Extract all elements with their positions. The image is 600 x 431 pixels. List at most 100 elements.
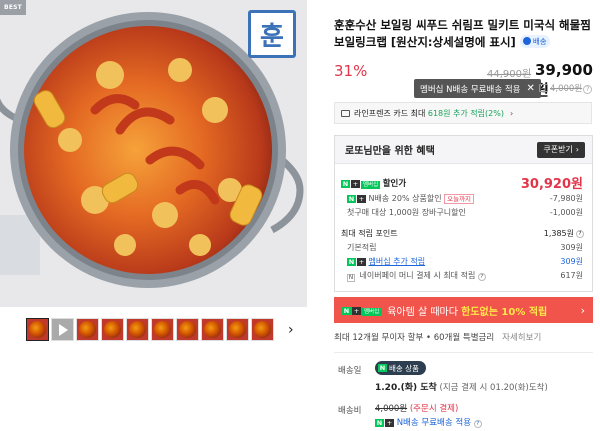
n-delivery-value: -7,980원: [549, 194, 583, 203]
benefit-header: 로또님만을 위한 혜택 쿠폰받기 ›: [335, 136, 592, 164]
product-page: BEST 훈 › 훈훈수산 보일링 씨푸드 쉬림프 밀키트 미국식 해물찜 보일…: [0, 0, 600, 431]
info-icon[interactable]: ?: [477, 273, 486, 281]
thumbnail-3[interactable]: [76, 318, 99, 341]
thumbnail-8[interactable]: [201, 318, 224, 341]
shipping-fee: 4,000원 (주문시 결제): [375, 402, 458, 414]
card-benefit-text: 라인프렌즈 카드 최대 618원 추가 적립(2%): [354, 108, 504, 119]
shipping-fee-strike: 4,000원: [375, 404, 408, 414]
promo-highlight: 한도없는 10% 적립: [461, 306, 548, 318]
thumbnail-7[interactable]: [176, 318, 199, 341]
discount-price-row: N + 멤버십 할인가 30,920원: [335, 177, 592, 192]
check-icon: [522, 37, 531, 45]
discount-price: 30,920원: [520, 177, 583, 192]
thumbnail-10[interactable]: [251, 318, 274, 341]
n-delivery-label: N배송 20% 상품할인: [368, 194, 442, 203]
coupon-button-label: 쿠폰받기: [543, 145, 573, 154]
plus-icon: +: [385, 419, 394, 427]
membership-tooltip: 멤버십 N배송 무료배송 적용 ✕: [414, 79, 541, 98]
npay-points-label: 네이버페이 머니 결제 시 최대 적립: [359, 271, 476, 280]
delivery-pill-label: 배송: [532, 36, 547, 46]
card-benefit-highlight: 618원 추가 적립(2%): [427, 108, 504, 118]
thumbnail-strip: [26, 318, 274, 342]
installment-more-link[interactable]: 자세히보기: [502, 333, 541, 343]
shipping-fee-note: (주문시 결제): [407, 404, 459, 414]
installment-info: 최대 12개월 무이자 할부 • 60개월 특별금리 자세히보기: [334, 331, 541, 343]
chevron-right-icon: ›: [509, 108, 514, 118]
arrival-date-note: (지금 결제 시 01.20(화)도착): [436, 383, 548, 393]
original-price: 44,900원: [487, 69, 532, 80]
naver-n-icon: N: [347, 258, 356, 266]
discount-label: 할인가: [382, 179, 407, 189]
base-points-value: 309원: [560, 243, 583, 252]
naver-n-icon: N: [342, 306, 351, 315]
naver-n-icon: N: [375, 419, 384, 427]
naver-n-icon: N: [347, 195, 356, 203]
card-benefit-banner[interactable]: 라인프렌즈 카드 최대 618원 추가 적립(2%) ›: [334, 102, 592, 124]
promo-banner[interactable]: N + 멤버십 육아템 살 때마다 한도없는 10% 적립 ›: [334, 297, 593, 323]
member-shipping-fee: 4,000원?: [539, 82, 593, 94]
delivery-pill: 배송: [519, 34, 550, 48]
shipping-day-label: 배송일: [338, 366, 362, 376]
best-badge: BEST: [0, 0, 26, 15]
member-points-value: 309원: [560, 257, 583, 266]
tooltip-text: 멤버십 N배송 무료배송 적용: [420, 84, 521, 95]
today-only-tag: 오늘까지: [444, 194, 475, 204]
shipping-fee-label: 배송비: [338, 406, 362, 416]
npay-icon: N: [347, 274, 355, 282]
info-icon[interactable]: ?: [583, 85, 593, 94]
close-icon[interactable]: ✕: [527, 83, 535, 94]
first-purchase-value: -1,000원: [549, 208, 583, 217]
promo-prefix: 육아템 살 때마다: [387, 306, 462, 318]
thumbnail-1[interactable]: [26, 318, 49, 341]
brand-logo: 훈: [248, 10, 296, 58]
thumbnail-next-icon[interactable]: ›: [288, 320, 294, 340]
product-details: 훈훈수산 보일링 씨푸드 쉬림프 밀키트 미국식 해물찜 보일링크랩 [원산지:…: [307, 0, 600, 431]
shipping-badge: N 배송 상품: [375, 361, 426, 375]
points-label: 최대 적립 포인트: [341, 229, 398, 238]
info-icon[interactable]: ?: [473, 420, 482, 428]
installment-text: 최대 12개월 무이자 할부 • 60개월 특별금리: [334, 333, 495, 343]
member-fee-value: 4,000원: [550, 84, 583, 94]
points-row: 최대 적립 포인트 1,385원 ?: [335, 228, 592, 239]
discount-rate: 31%: [334, 62, 368, 80]
final-price: 39,900원: [535, 61, 593, 99]
free-shipping-note: N + N배송 무료배송 적용 ?: [375, 416, 482, 428]
thumbnail-6[interactable]: [151, 318, 174, 341]
benefit-box: 로또님만을 위한 혜택 쿠폰받기 › N + 멤버십 할인가 30,920원 N + N…: [334, 135, 593, 292]
npay-points-value: 617원: [560, 271, 583, 280]
plus-icon: +: [357, 258, 366, 266]
first-purchase-row: 첫구매 대상 1,000원 장바구니할인 -1,000원: [335, 207, 592, 218]
base-points-label: 기본적립: [347, 243, 377, 252]
membership-badge: 멤버십: [362, 307, 382, 316]
points-value: 1,385원: [543, 229, 574, 238]
first-purchase-label: 첫구매 대상 1,000원 장바구니할인: [347, 208, 466, 217]
truck-icon: [539, 84, 548, 92]
main-product-image[interactable]: BEST 훈: [0, 0, 307, 307]
promo-text: 육아템 살 때마다 한도없는 10% 적립: [387, 303, 547, 318]
shipping-badge-label: 배송 상품: [389, 363, 419, 373]
product-gallery: BEST 훈 ›: [0, 0, 307, 431]
product-title-text: 훈훈수산 보일링 씨푸드 쉬림프 밀키트 미국식 해물찜 보일링크랩 [원산지:…: [334, 18, 591, 49]
thumbnail-5[interactable]: [126, 318, 149, 341]
divider: [334, 352, 593, 353]
thumbnail-video[interactable]: [51, 318, 74, 341]
thumbnail-4[interactable]: [101, 318, 124, 341]
member-points-row: N + 멤버십 추가 적립 309원: [335, 256, 592, 267]
npay-points-row: N 네이버페이 머니 결제 시 최대 적립 ? 617원: [335, 270, 592, 282]
arrival-date: 1.20.(화) 도착 (지금 결제 시 01.20(화)도착): [375, 380, 548, 393]
arrival-date-bold: 1.20.(화) 도착: [375, 383, 437, 393]
naver-n-icon: N: [341, 180, 350, 188]
coupon-button[interactable]: 쿠폰받기 ›: [537, 141, 585, 158]
free-shipping-text: N배송 무료배송 적용: [394, 418, 472, 428]
thumbnail-9[interactable]: [226, 318, 249, 341]
play-icon: [59, 324, 68, 336]
info-icon[interactable]: ?: [576, 228, 584, 238]
plus-icon: +: [351, 180, 360, 188]
product-title: 훈훈수산 보일링 씨푸드 쉬림프 밀키트 미국식 해물찜 보일링크랩 [원산지:…: [334, 17, 594, 51]
membership-badge: 멤버십: [361, 181, 381, 189]
benefit-title: 로또님만을 위한 혜택: [345, 146, 435, 157]
chevron-right-icon: ›: [580, 303, 585, 317]
card-benefit-prefix: 라인프렌즈 카드 최대: [354, 108, 428, 118]
member-points-link[interactable]: 멤버십 추가 적립: [369, 257, 426, 266]
credit-card-icon: [341, 109, 350, 117]
